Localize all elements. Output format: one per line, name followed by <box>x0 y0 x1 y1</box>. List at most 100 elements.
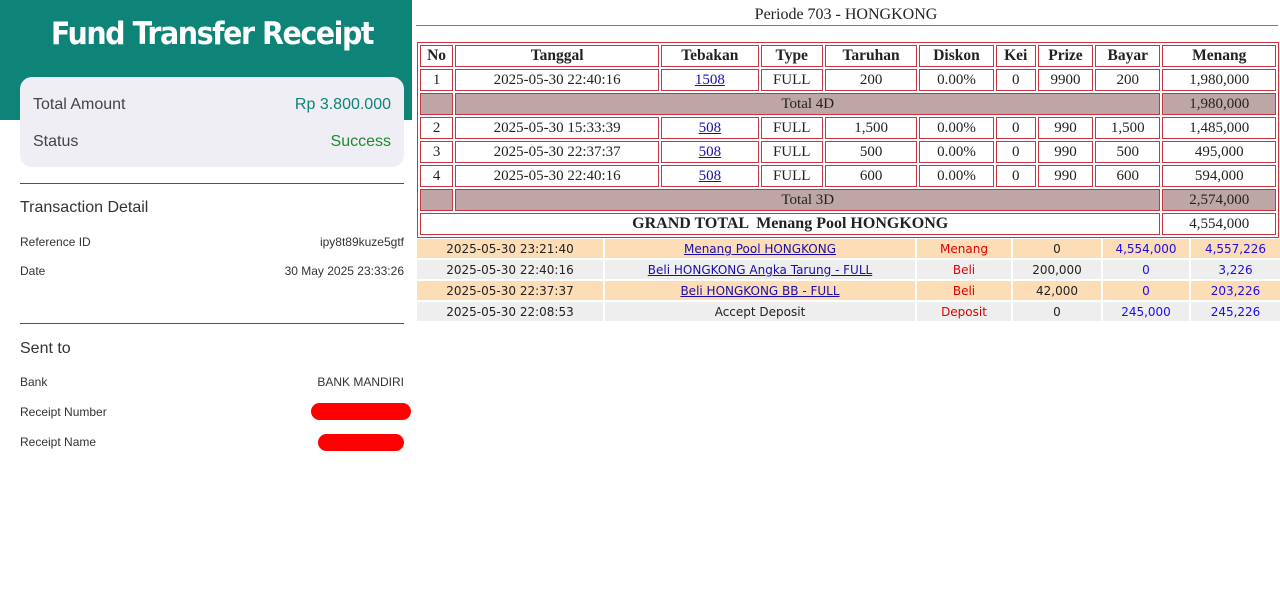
log-debit: 0 <box>1013 239 1101 258</box>
log-description-link[interactable]: Menang Pool HONGKONG <box>684 242 836 256</box>
date-value: 30 May 2025 23:33:26 <box>284 264 404 278</box>
log-description: Menang Pool HONGKONG <box>605 239 915 258</box>
bet-cell-no: 3 <box>420 141 454 163</box>
date-row: Date 30 May 2025 23:33:26 <box>20 263 404 279</box>
log-type: Deposit <box>917 302 1011 321</box>
status-label: Status <box>33 133 79 150</box>
receipt-title: Fund Transfer Receipt <box>50 16 375 52</box>
total-label: Total 4D <box>455 93 1161 115</box>
log-type: Beli <box>917 260 1011 279</box>
log-row: 2025-05-30 22:40:16 Beli HONGKONG Angka T… <box>417 260 1280 279</box>
log-credit: 0 <box>1103 281 1189 300</box>
receipt-number-label: Receipt Number <box>20 405 107 419</box>
bet-cell-prize: 990 <box>1037 117 1094 139</box>
total-amount-row: Total Amount Rp 3.800.000 <box>33 93 391 117</box>
log-debit: 0 <box>1013 302 1101 321</box>
total-spacer-cell <box>420 189 454 211</box>
bank-label: Bank <box>20 375 48 389</box>
log-balance: 4,557,226 <box>1191 239 1280 258</box>
bet-row: 1 2025-05-30 22:40:16 1508 FULL 200 0.00% 0 990… <box>420 69 1276 91</box>
bet-cell-bayar: 1,500 <box>1095 117 1161 139</box>
bet-cell-diskon: 0.00% <box>919 165 994 187</box>
bet-table-header: No Tanggal Tebakan Type Taruhan Diskon Kei Priz… <box>420 45 1276 67</box>
bet-cell-bayar: 200 <box>1095 69 1161 91</box>
log-debit: 42,000 <box>1013 281 1101 300</box>
column-header-tanggal: Tanggal <box>455 45 660 67</box>
bet-cell-type: FULL <box>760 141 823 163</box>
log-description: Accept Deposit <box>605 302 915 321</box>
bet-cell-prize: 990 <box>1037 141 1094 163</box>
bet-row: 3 2025-05-30 22:37:37 508 FULL 500 0.00% 0 990 5… <box>420 141 1276 163</box>
total-amount-label: Total Amount <box>33 96 126 113</box>
status-row: Status Success <box>33 130 391 154</box>
bet-cell-tanggal: 2025-05-30 22:37:37 <box>455 141 660 163</box>
bet-table: No Tanggal Tebakan Type Taruhan Diskon Kei Priz… <box>417 42 1279 238</box>
bet-cell-tebakan: 508 <box>661 141 759 163</box>
date-label: Date <box>20 264 46 278</box>
bet-cell-taruhan: 500 <box>824 141 918 163</box>
tebakan-link[interactable]: 508 <box>699 120 722 136</box>
bet-cell-tanggal: 2025-05-30 22:40:16 <box>455 165 660 187</box>
fund-transfer-receipt: Fund Transfer Receipt Total Amount Rp 3.… <box>0 0 412 610</box>
bet-cell-taruhan: 200 <box>824 69 918 91</box>
tebakan-link[interactable]: 508 <box>699 168 722 184</box>
bet-cell-prize: 9900 <box>1037 69 1094 91</box>
log-date: 2025-05-30 22:08:53 <box>417 302 603 321</box>
bet-cell-kei: 0 <box>995 141 1036 163</box>
bank-value: BANK MANDIRI <box>317 375 404 389</box>
log-description-link[interactable]: Beli HONGKONG Angka Tarung - FULL <box>648 263 872 277</box>
grand-total-row: GRAND TOTAL Menang Pool HONGKONG 4,554,00… <box>420 213 1276 235</box>
tebakan-link[interactable]: 508 <box>699 144 722 160</box>
log-credit: 4,554,000 <box>1103 239 1189 258</box>
bet-cell-no: 4 <box>420 165 454 187</box>
bet-cell-prize: 990 <box>1037 165 1094 187</box>
reference-id-row: Reference ID ipy8t89kuze5gtf <box>20 234 404 250</box>
bet-cell-bayar: 600 <box>1095 165 1161 187</box>
periode-divider <box>416 25 1278 26</box>
total-value: 2,574,000 <box>1162 189 1276 211</box>
receipt-name-label: Receipt Name <box>20 435 97 449</box>
bet-cell-menang: 594,000 <box>1162 165 1276 187</box>
log-description-link[interactable]: Beli HONGKONG BB - FULL <box>680 284 839 298</box>
divider-1 <box>20 183 404 184</box>
grand-total-value: 4,554,000 <box>1162 213 1276 235</box>
log-balance: 3,226 <box>1191 260 1280 279</box>
bet-cell-tanggal: 2025-05-30 22:40:16 <box>455 69 660 91</box>
log-debit: 200,000 <box>1013 260 1101 279</box>
tebakan-link[interactable]: 1508 <box>695 72 725 88</box>
bet-cell-taruhan: 1,500 <box>824 117 918 139</box>
bet-cell-menang: 495,000 <box>1162 141 1276 163</box>
log-type: Menang <box>917 239 1011 258</box>
column-header-menang: Menang <box>1162 45 1276 67</box>
bet-cell-type: FULL <box>760 165 823 187</box>
divider-2 <box>20 323 404 324</box>
column-header-diskon: Diskon <box>919 45 994 67</box>
bet-cell-tebakan: 508 <box>661 165 759 187</box>
log-row: 2025-05-30 22:08:53 Accept Deposit Deposit… <box>417 302 1280 321</box>
reference-id-value: ipy8t89kuze5gtf <box>319 235 404 249</box>
sent-to-title: Sent to <box>20 340 71 357</box>
log-date: 2025-05-30 23:21:40 <box>417 239 603 258</box>
log-credit: 245,000 <box>1103 302 1189 321</box>
log-balance: 245,226 <box>1191 302 1280 321</box>
periode-title: Periode 703 - HONGKONG <box>754 6 938 23</box>
bet-cell-tebakan: 1508 <box>661 69 759 91</box>
grand-total-label: GRAND TOTAL Menang Pool HONGKONG <box>420 213 1161 235</box>
bet-cell-menang: 1,485,000 <box>1162 117 1276 139</box>
transaction-detail-title: Transaction Detail <box>20 199 149 216</box>
column-header-bayar: Bayar <box>1095 45 1161 67</box>
column-header-taruhan: Taruhan <box>824 45 918 67</box>
transaction-log-table: 2025-05-30 23:21:40 Menang Pool HONGKONG M… <box>415 237 1280 323</box>
log-date: 2025-05-30 22:37:37 <box>417 281 603 300</box>
receipt-name-redaction <box>318 434 404 451</box>
column-header-tebakan: Tebakan <box>661 45 759 67</box>
bet-cell-kei: 0 <box>995 165 1036 187</box>
log-type: Beli <box>917 281 1011 300</box>
column-header-type: Type <box>760 45 823 67</box>
bet-row: 2 2025-05-30 15:33:39 508 FULL 1,500 0.00% 0 99… <box>420 117 1276 139</box>
log-date: 2025-05-30 22:40:16 <box>417 260 603 279</box>
log-row: 2025-05-30 23:21:40 Menang Pool HONGKONG M… <box>417 239 1280 258</box>
bet-cell-tanggal: 2025-05-30 15:33:39 <box>455 117 660 139</box>
bet-cell-kei: 0 <box>995 117 1036 139</box>
bet-cell-diskon: 0.00% <box>919 69 994 91</box>
